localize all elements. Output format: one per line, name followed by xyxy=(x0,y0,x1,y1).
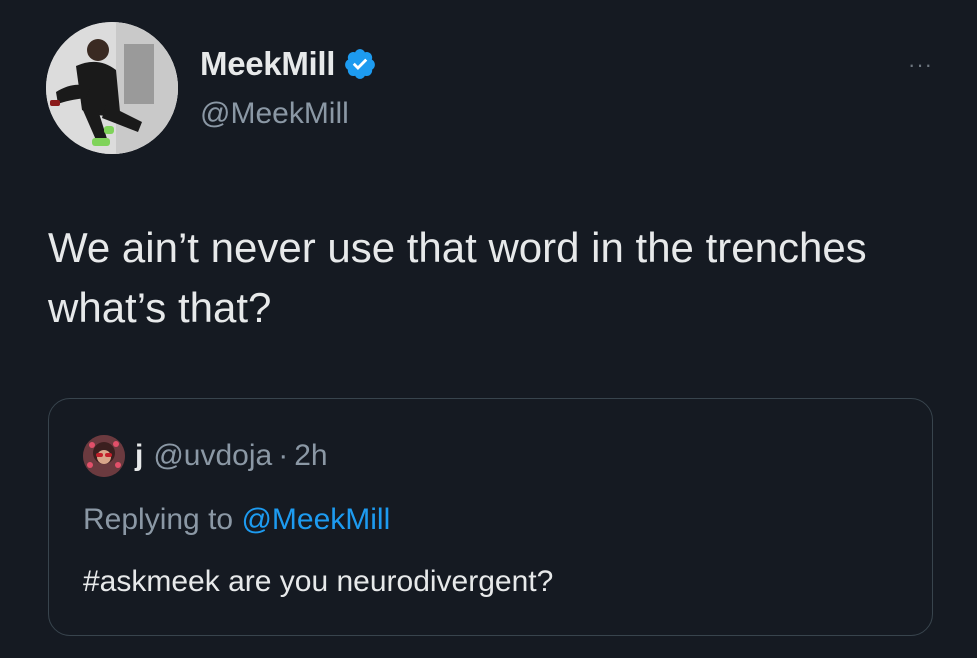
quoted-display-name[interactable]: j xyxy=(135,439,143,473)
replying-to-line: Replying to @MeekMill xyxy=(83,503,390,537)
more-options-icon[interactable]: ··· xyxy=(908,52,933,78)
quoted-timestamp[interactable]: 2h xyxy=(294,439,327,473)
verified-badge-icon xyxy=(345,49,376,79)
replying-to-mention[interactable]: @MeekMill xyxy=(241,503,390,536)
quoted-tweet-text: #askmeek are you neurodivergent? xyxy=(83,565,554,598)
tweet-card: MeekMill @MeekMill ··· We ain’t never us… xyxy=(0,0,977,658)
author-name-row[interactable]: MeekMill xyxy=(200,45,377,83)
author-display-name[interactable]: MeekMill xyxy=(200,45,335,83)
avatar-photo-icon xyxy=(46,22,178,154)
quoted-handle[interactable]: @uvdoja xyxy=(153,439,272,473)
quoted-author-avatar[interactable] xyxy=(83,435,125,477)
author-handle[interactable]: @MeekMill xyxy=(200,97,349,131)
author-avatar[interactable] xyxy=(46,22,178,154)
quoted-tweet-header: j @uvdoja · 2h xyxy=(83,435,328,477)
quoted-tweet[interactable]: j @uvdoja · 2h Replying to @MeekMill #as… xyxy=(48,398,933,636)
replying-to-prefix: Replying to xyxy=(83,503,234,536)
quoted-avatar-photo-icon xyxy=(83,435,125,477)
tweet-text: We ain’t never use that word in the tren… xyxy=(48,224,867,331)
quoted-separator: · xyxy=(278,439,289,472)
